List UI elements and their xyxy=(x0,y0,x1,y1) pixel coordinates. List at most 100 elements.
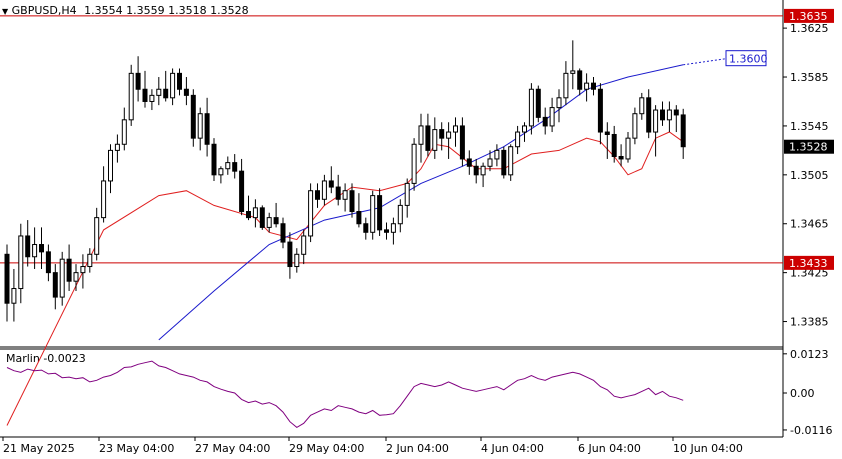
price-axis: 1.36251.35851.35451.35051.34651.34251.33… xyxy=(783,22,829,329)
candle-body xyxy=(25,235,31,258)
osc-tick-label: -0.0116 xyxy=(790,424,832,437)
candle xyxy=(321,174,327,206)
candle xyxy=(80,254,86,289)
candle-body xyxy=(397,204,403,225)
candle-body xyxy=(501,149,507,176)
candle xyxy=(197,107,203,151)
price-tick-label: 1.3585 xyxy=(790,71,829,84)
candle-body xyxy=(211,143,217,176)
candle-body xyxy=(390,223,396,233)
candle-body xyxy=(404,182,410,206)
candle-body xyxy=(577,70,583,90)
time-axis: 21 May 2025 23 May 04:00 27 May 04:00 29 Ma… xyxy=(2,437,743,455)
candle xyxy=(432,117,438,159)
candle xyxy=(397,199,403,233)
candle xyxy=(501,146,507,179)
candle-body xyxy=(239,170,245,213)
candle xyxy=(232,154,238,179)
candle-body xyxy=(252,207,258,219)
candle xyxy=(563,61,569,106)
candle-body xyxy=(653,109,659,133)
candle-body xyxy=(439,129,445,139)
candle xyxy=(453,117,458,147)
candle xyxy=(570,40,576,90)
candle xyxy=(66,244,72,291)
candle xyxy=(473,158,479,184)
candle xyxy=(639,92,645,120)
candle-body xyxy=(459,125,465,160)
candle-body xyxy=(315,190,320,200)
candle xyxy=(239,158,245,216)
candle xyxy=(535,85,541,123)
candle-body xyxy=(266,217,272,228)
time-tick-label: 29 May 04:00 xyxy=(289,442,364,455)
candle-body xyxy=(280,223,286,243)
candle-body xyxy=(52,272,58,298)
candle-body xyxy=(335,186,341,200)
candle xyxy=(528,83,534,135)
candle xyxy=(653,105,659,157)
candle xyxy=(177,68,182,96)
candle xyxy=(611,125,617,163)
candle-body xyxy=(66,258,72,282)
candle xyxy=(363,217,369,240)
candle-body xyxy=(515,131,521,148)
candle xyxy=(646,89,652,139)
indicator-lines xyxy=(6,58,727,426)
candle xyxy=(604,122,610,159)
candle xyxy=(87,248,93,273)
candle xyxy=(632,107,638,145)
candle xyxy=(666,101,672,133)
candle-body xyxy=(660,109,665,121)
candle xyxy=(211,138,217,181)
time-tick-label: 21 May 2025 xyxy=(3,442,75,455)
candle-body xyxy=(183,88,189,96)
candle-body xyxy=(618,155,624,160)
candle-body xyxy=(135,72,141,90)
price-tick-label: 1.3385 xyxy=(790,316,829,329)
candle-body xyxy=(466,158,472,167)
candle xyxy=(149,89,155,111)
candle xyxy=(128,64,134,126)
candle xyxy=(370,190,376,240)
candle xyxy=(190,89,196,147)
candle-body xyxy=(556,97,562,109)
candle-body xyxy=(128,72,134,121)
price-chart[interactable]: 0.0123 0.00 -0.0116 1.3625 1.3585 1.3545 1.35… xyxy=(0,0,842,459)
candle xyxy=(542,107,548,135)
candle-body xyxy=(370,195,376,233)
candle-body xyxy=(294,253,300,268)
candle-body xyxy=(321,180,327,200)
candle xyxy=(625,132,631,163)
candle xyxy=(294,248,300,273)
candle-body xyxy=(163,88,169,99)
candle xyxy=(163,70,169,102)
candle-body xyxy=(411,143,417,184)
candle-body xyxy=(597,88,603,133)
candle xyxy=(225,156,231,175)
candle-body xyxy=(363,223,369,233)
candle xyxy=(73,264,79,291)
candle-body xyxy=(425,125,431,151)
candle xyxy=(52,264,58,310)
candle xyxy=(273,202,279,228)
candle-body xyxy=(680,114,686,148)
price-tick-label: 1.3505 xyxy=(790,169,829,182)
candle xyxy=(121,107,127,151)
time-tick-label: 4 Jun 04:00 xyxy=(481,442,544,455)
candle-body xyxy=(446,131,452,139)
candle-body xyxy=(259,207,265,228)
time-tick-label: 2 Jun 04:00 xyxy=(386,442,449,455)
candle-body xyxy=(32,244,38,258)
current-price-tag-text: 1.3528 xyxy=(789,141,828,154)
candle xyxy=(252,199,258,228)
candle xyxy=(597,83,603,145)
candle xyxy=(660,101,665,126)
candle-body xyxy=(535,88,541,118)
price-tick-label: 1.3465 xyxy=(790,218,829,231)
target-label-text: 1.3600 xyxy=(729,53,768,66)
candle xyxy=(4,244,10,322)
candle xyxy=(170,68,176,106)
candle xyxy=(342,183,348,212)
candle-body xyxy=(356,211,362,225)
